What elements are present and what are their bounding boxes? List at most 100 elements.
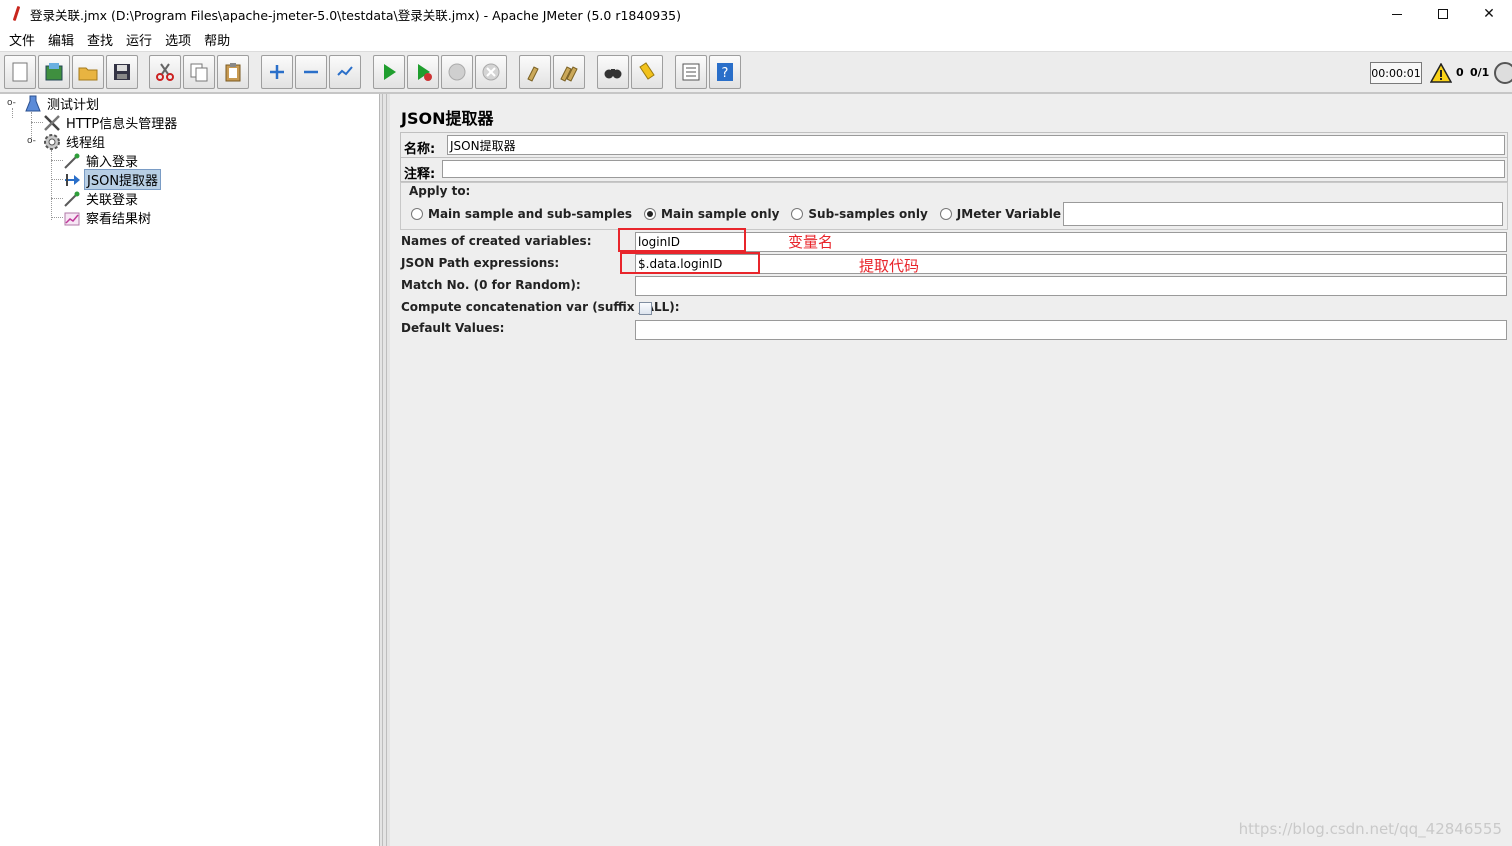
tree-item-login-input[interactable]: 输入登录 bbox=[63, 151, 140, 170]
clear-icon bbox=[527, 66, 539, 82]
menu-search[interactable]: 查找 bbox=[82, 30, 118, 49]
copy-button[interactable] bbox=[183, 55, 215, 89]
sampler-pipette-icon bbox=[63, 190, 81, 208]
tree-item-label: 输入登录 bbox=[86, 155, 139, 170]
expand-all-button[interactable] bbox=[261, 55, 293, 89]
toggle-button[interactable] bbox=[329, 55, 361, 89]
page-title: JSON提取器 bbox=[401, 109, 494, 128]
listener-chart-icon bbox=[63, 209, 81, 227]
clear-all-button[interactable] bbox=[553, 55, 585, 89]
toggle-icon bbox=[337, 66, 353, 76]
search-button[interactable] bbox=[597, 55, 629, 89]
collapse-all-button[interactable] bbox=[295, 55, 327, 89]
test-plan-tree: o- o- 测试计划 HTTP信息头管理器 线程组 输入登录 JSON提取器 关… bbox=[0, 94, 380, 846]
radio-button[interactable] bbox=[939, 208, 952, 220]
maximize-icon bbox=[1438, 9, 1448, 19]
templates-button[interactable] bbox=[38, 55, 70, 89]
menu-help[interactable]: 帮助 bbox=[199, 30, 235, 49]
title-bar: 登录关联.jmx (D:\Program Files\apache-jmeter… bbox=[0, 0, 1512, 28]
annotation-box-path bbox=[620, 252, 760, 274]
tree-item-header-manager[interactable]: HTTP信息头管理器 bbox=[43, 113, 179, 132]
shutdown-button[interactable] bbox=[475, 55, 507, 89]
default-values-field[interactable] bbox=[635, 320, 1507, 340]
concatenation-checkbox[interactable] bbox=[639, 302, 652, 315]
remote-status-icon[interactable] bbox=[1494, 62, 1512, 84]
templates-icon bbox=[45, 63, 63, 81]
shutdown-icon bbox=[482, 63, 500, 81]
tree-item-test-plan[interactable]: 测试计划 bbox=[24, 94, 101, 113]
close-icon: ✕ bbox=[1483, 6, 1495, 22]
start-no-pause-icon bbox=[418, 64, 432, 81]
start-button[interactable] bbox=[373, 55, 405, 89]
minimize-icon bbox=[1392, 13, 1402, 15]
cut-icon bbox=[156, 63, 174, 81]
match-no-label: Match No. (0 for Random): bbox=[401, 278, 581, 292]
json-path-label: JSON Path expressions: bbox=[401, 256, 560, 270]
start-no-pauses-button[interactable] bbox=[407, 55, 439, 89]
paste-button[interactable] bbox=[217, 55, 249, 89]
warning-icon[interactable] bbox=[1430, 63, 1452, 83]
tree-item-label: 察看结果树 bbox=[86, 212, 152, 227]
close-button[interactable]: ✕ bbox=[1466, 0, 1512, 28]
annotation-extract-code: 提取代码 bbox=[859, 257, 920, 275]
reset-search-button[interactable] bbox=[631, 55, 663, 89]
tree-item-label: HTTP信息头管理器 bbox=[66, 117, 178, 132]
radio-sub-only[interactable]: Sub-samples only bbox=[791, 207, 928, 221]
menu-edit[interactable]: 编辑 bbox=[43, 30, 79, 49]
radio-button[interactable] bbox=[411, 208, 423, 220]
tree-item-json-extractor[interactable]: JSON提取器 bbox=[63, 169, 162, 190]
clear-button[interactable] bbox=[519, 55, 551, 89]
radio-main-only[interactable]: Main sample only bbox=[644, 207, 779, 221]
save-icon bbox=[114, 64, 130, 80]
tree-item-label: 关联登录 bbox=[86, 193, 139, 208]
variable-names-field[interactable]: loginID bbox=[635, 232, 1507, 252]
copy-icon bbox=[190, 63, 208, 82]
annotation-variable-name: 变量名 bbox=[788, 233, 834, 251]
radio-button[interactable] bbox=[791, 208, 804, 220]
maximize-button[interactable] bbox=[1420, 0, 1466, 28]
radio-main-and-sub[interactable]: Main sample and sub-samples bbox=[411, 207, 632, 221]
toolbar: ? 00:00:01 0 0/1 bbox=[0, 52, 1512, 94]
comment-field[interactable] bbox=[442, 160, 1505, 178]
tree-expander-thread-group[interactable]: o- bbox=[27, 136, 36, 146]
radio-button-selected[interactable] bbox=[644, 208, 657, 220]
minimize-button[interactable] bbox=[1374, 0, 1420, 28]
annotation-box-variable bbox=[618, 228, 746, 252]
match-no-field[interactable] bbox=[635, 276, 1507, 296]
active-thread-count: 0/1 bbox=[1470, 66, 1490, 79]
start-icon bbox=[384, 64, 396, 80]
new-button[interactable] bbox=[4, 55, 36, 89]
tree-item-related-login[interactable]: 关联登录 bbox=[63, 189, 140, 208]
menu-run[interactable]: 运行 bbox=[121, 30, 157, 49]
tree-item-view-results-tree[interactable]: 察看结果树 bbox=[63, 208, 153, 227]
clear-all-icon bbox=[560, 66, 578, 82]
save-button[interactable] bbox=[106, 55, 138, 89]
open-button[interactable] bbox=[72, 55, 104, 89]
variable-names-label: Names of created variables: bbox=[401, 234, 592, 248]
help-button[interactable]: ? bbox=[709, 55, 741, 89]
apply-to-options: Main sample and sub-samples Main sample … bbox=[411, 207, 1162, 221]
elapsed-timer: 00:00:01 bbox=[1370, 62, 1422, 84]
expand-icon bbox=[270, 65, 284, 79]
function-helper-icon bbox=[682, 63, 700, 81]
tree-item-label: 测试计划 bbox=[47, 98, 100, 113]
cut-button[interactable] bbox=[149, 55, 181, 89]
new-icon bbox=[12, 62, 28, 82]
window-controls: ✕ bbox=[1374, 0, 1512, 28]
function-helper-button[interactable] bbox=[675, 55, 707, 89]
window-title: 登录关联.jmx (D:\Program Files\apache-jmeter… bbox=[30, 7, 682, 23]
apply-to-legend: Apply to: bbox=[409, 184, 471, 198]
menu-options[interactable]: 选项 bbox=[160, 30, 196, 49]
pane-splitter[interactable] bbox=[380, 94, 390, 846]
stop-button[interactable] bbox=[441, 55, 473, 89]
tree-expander-test-plan[interactable]: o- bbox=[7, 98, 16, 108]
jmeter-variable-name-field[interactable] bbox=[1063, 202, 1503, 226]
sampler-pipette-icon bbox=[63, 152, 81, 170]
thread-group-gear-icon bbox=[43, 133, 61, 151]
json-path-field[interactable]: $.data.loginID bbox=[635, 254, 1507, 274]
name-field[interactable]: JSON提取器 bbox=[447, 135, 1505, 155]
menu-file[interactable]: 文件 bbox=[4, 30, 40, 49]
apply-to-group: Apply to: Main sample and sub-samples Ma… bbox=[400, 182, 1508, 230]
menu-bar: 文件 编辑 查找 运行 选项 帮助 bbox=[0, 28, 1512, 52]
tree-item-thread-group[interactable]: 线程组 bbox=[43, 132, 107, 151]
